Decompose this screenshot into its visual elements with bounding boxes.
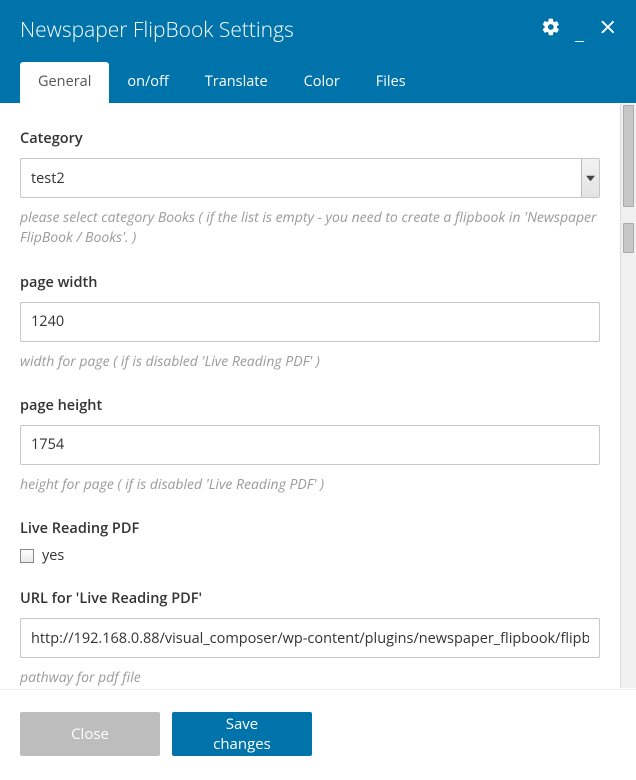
tab-color[interactable]: Color	[286, 62, 358, 103]
minimize-icon[interactable]: _	[575, 20, 584, 42]
category-hint: please select category Books ( if the li…	[20, 208, 600, 249]
gear-icon[interactable]	[541, 17, 561, 37]
category-select[interactable]: test2	[20, 158, 600, 198]
save-button[interactable]: Save changes	[172, 712, 312, 756]
close-button[interactable]: Close	[20, 712, 160, 756]
live-reading-checkbox-label: yes	[42, 546, 64, 565]
header-icon-group: _	[541, 16, 618, 38]
page-height-input[interactable]	[20, 425, 600, 465]
live-reading-checkbox-row: yes	[20, 546, 600, 565]
tab-files[interactable]: Files	[358, 62, 424, 103]
page-width-label: page width	[20, 273, 600, 292]
url-live-label: URL for 'Live Reading PDF'	[20, 589, 600, 608]
category-label: Category	[20, 129, 600, 148]
tab-translate[interactable]: Translate	[187, 62, 286, 103]
dialog-header: Newspaper FlipBook Settings _ General on…	[0, 0, 636, 103]
tab-general[interactable]: General	[20, 62, 109, 103]
dialog-footer: Close Save changes	[0, 689, 636, 777]
live-reading-checkbox[interactable]	[20, 549, 34, 563]
page-width-input[interactable]	[20, 302, 600, 342]
page-height-hint: height for page ( if is disabled 'Live R…	[20, 475, 600, 495]
url-live-hint: pathway for pdf file	[20, 668, 600, 688]
url-live-input[interactable]	[20, 618, 600, 658]
dialog-title: Newspaper FlipBook Settings	[20, 16, 616, 62]
tab-bar: General on/off Translate Color Files	[20, 62, 616, 103]
content-wrap: Category test2 please select category Bo…	[0, 103, 636, 689]
settings-content: Category test2 please select category Bo…	[0, 103, 620, 688]
page-width-hint: width for page ( if is disabled 'Live Re…	[20, 352, 600, 372]
chevron-down-icon[interactable]	[581, 159, 599, 197]
close-icon[interactable]	[598, 17, 618, 37]
page-height-label: page height	[20, 396, 600, 415]
tab-onoff[interactable]: on/off	[109, 62, 186, 103]
scrollbar[interactable]	[620, 103, 636, 688]
category-value: test2	[21, 169, 581, 188]
live-reading-label: Live Reading PDF	[20, 519, 600, 538]
